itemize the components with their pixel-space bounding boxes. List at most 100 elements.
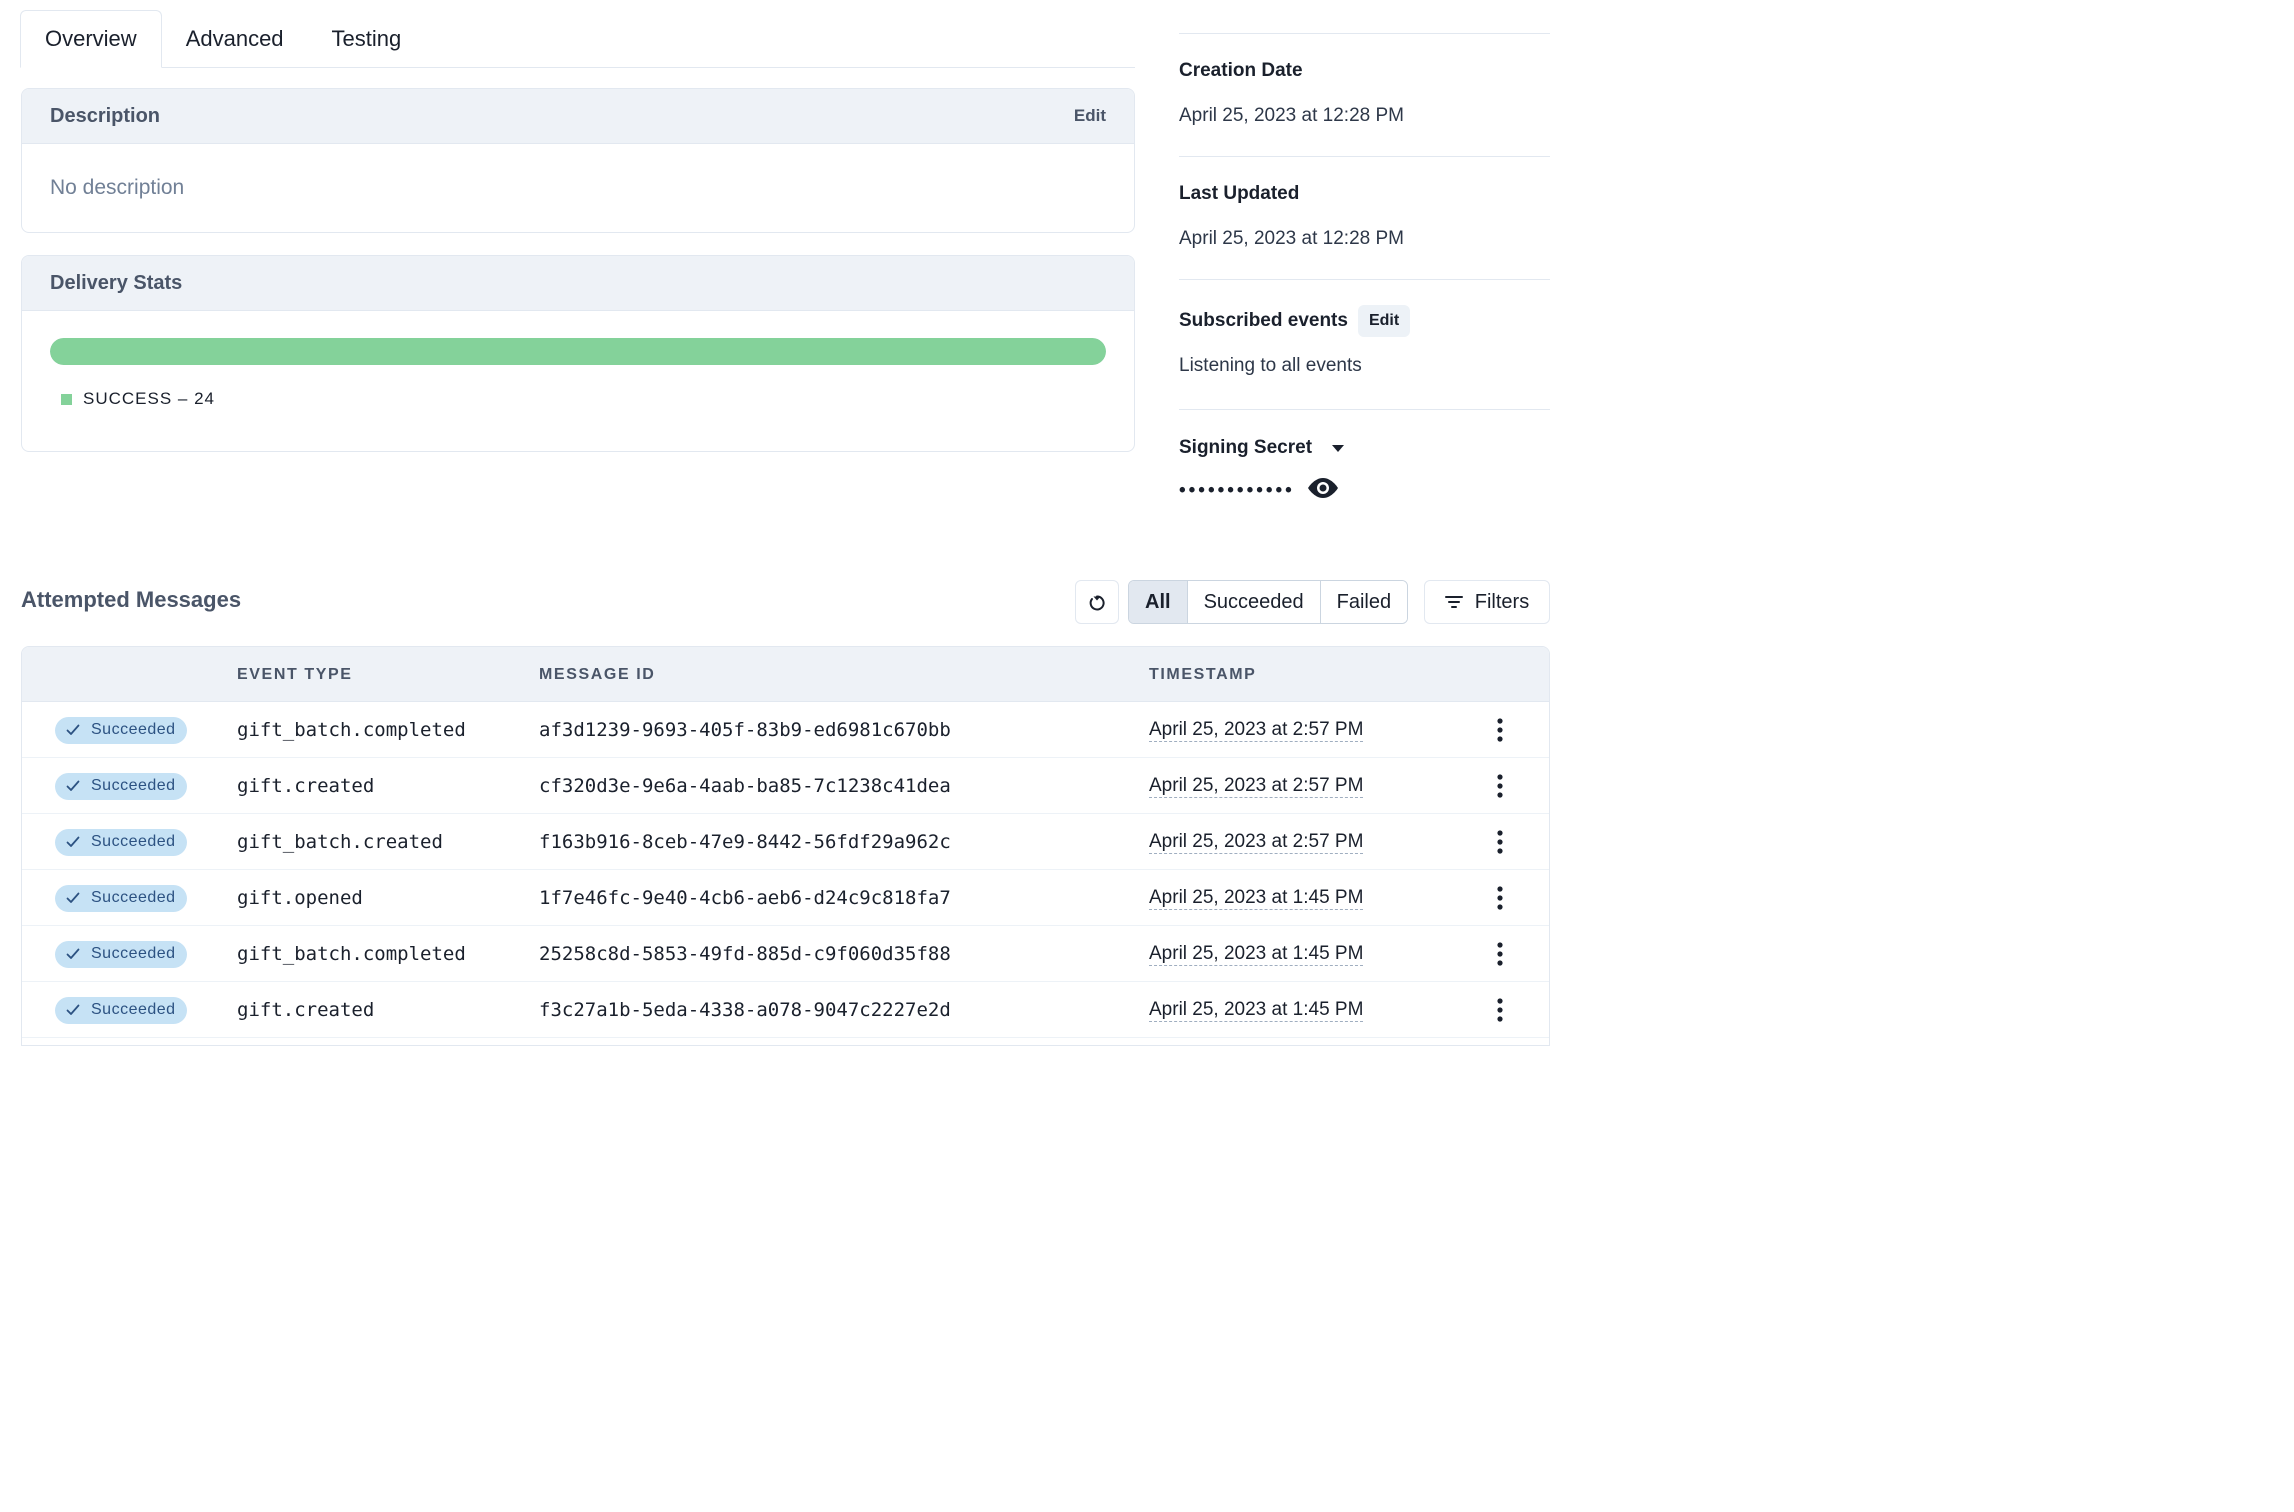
table-row[interactable]: Succeeded gift.created f3c27a1b-5eda-4338-… — [22, 982, 1549, 1038]
filters-button[interactable]: Filters — [1424, 580, 1550, 624]
more-vertical-icon — [1497, 886, 1503, 910]
row-actions-button[interactable] — [1488, 814, 1512, 870]
filter-all-button[interactable]: All — [1129, 581, 1188, 623]
more-vertical-icon — [1497, 718, 1503, 742]
timestamp-value[interactable]: April 25, 2023 at 1:45 PM — [1149, 943, 1364, 966]
attempted-messages-title: Attempted Messages — [21, 587, 242, 612]
column-header-event-type[interactable]: EVENT TYPE — [237, 647, 353, 702]
check-icon — [66, 892, 80, 903]
signing-secret-section: Signing Secret •••••••••••• — [1179, 409, 1550, 529]
delivery-stats-title: Delivery Stats — [50, 271, 183, 294]
last-updated-section: Last Updated April 25, 2023 at 12:28 PM — [1179, 156, 1550, 279]
status-badge-cell: Succeeded — [55, 926, 187, 982]
table-row[interactable]: Succeeded gift_batch.created f163b916-8ceb… — [22, 814, 1549, 870]
refresh-button[interactable] — [1075, 580, 1119, 624]
timestamp-value[interactable]: April 25, 2023 at 1:45 PM — [1149, 887, 1364, 910]
event-type-cell: gift.opened — [237, 887, 363, 909]
row-actions-button[interactable] — [1488, 982, 1512, 1038]
timestamp-value[interactable]: April 25, 2023 at 2:57 PM — [1149, 719, 1364, 742]
timestamp-value[interactable]: April 25, 2023 at 2:57 PM — [1149, 775, 1364, 798]
more-vertical-icon — [1497, 830, 1503, 854]
message-id-cell[interactable]: f3c27a1b-5eda-4338-a078-9047c2227e2d — [539, 982, 951, 1038]
row-actions-button[interactable] — [1488, 870, 1512, 926]
subscribed-events-label: Subscribed events — [1179, 310, 1348, 331]
description-text: No description — [50, 176, 185, 199]
message-id-cell[interactable]: 25258c8d-5853-49fd-885d-c9f060d35f88 — [539, 926, 951, 982]
check-icon — [66, 1004, 80, 1015]
column-header-message-id[interactable]: MESSAGE ID — [539, 647, 655, 702]
description-card-header: Description Edit — [22, 89, 1134, 144]
timestamp-value[interactable]: April 25, 2023 at 2:57 PM — [1149, 831, 1364, 854]
messages-table: EVENT TYPE MESSAGE ID TIMESTAMP Succeede… — [21, 646, 1550, 1046]
tab-testing[interactable]: Testing — [308, 10, 426, 67]
status-badge-label: Succeeded — [91, 833, 176, 850]
filter-lines-icon — [1444, 596, 1463, 608]
timestamp-cell: April 25, 2023 at 1:45 PM — [1149, 870, 1364, 926]
creation-date-label: Creation Date — [1179, 60, 1303, 81]
more-vertical-icon — [1497, 998, 1503, 1022]
status-badge: Succeeded — [55, 940, 187, 968]
tab-advanced[interactable]: Advanced — [162, 10, 308, 67]
timestamp-cell: April 25, 2023 at 1:45 PM — [1149, 982, 1364, 1038]
status-badge-cell: Succeeded — [55, 814, 187, 870]
endpoint-details-panel: Creation Date April 25, 2023 at 12:28 PM… — [1179, 33, 1550, 529]
tab-overview[interactable]: Overview — [20, 10, 162, 68]
message-id-cell[interactable]: cf320d3e-9e6a-4aab-ba85-7c1238c41dea — [539, 758, 951, 814]
creation-date-section: Creation Date April 25, 2023 at 12:28 PM — [1179, 33, 1550, 156]
status-badge-cell: Succeeded — [55, 702, 187, 758]
check-icon — [66, 948, 80, 959]
table-row[interactable]: Succeeded gift_batch.completed 25258c8d-58… — [22, 926, 1549, 982]
delivery-success-fill — [50, 338, 1106, 365]
status-badge: Succeeded — [55, 828, 187, 856]
description-edit-button[interactable]: Edit — [1074, 106, 1106, 126]
success-legend-swatch — [61, 393, 72, 405]
filter-succeeded-button[interactable]: Succeeded — [1187, 581, 1321, 623]
signing-secret-masked: •••••••••••• — [1179, 479, 1295, 501]
description-card: Description Edit No description — [21, 88, 1135, 233]
success-legend-label: SUCCESS – 24 — [83, 389, 215, 408]
event-type-cell: gift_batch.completed — [237, 719, 466, 741]
eye-icon[interactable] — [1307, 477, 1339, 504]
column-header-timestamp[interactable]: TIMESTAMP — [1149, 647, 1256, 702]
check-icon — [66, 836, 80, 847]
status-badge-cell: Succeeded — [55, 758, 187, 814]
status-badge-cell: Succeeded — [55, 982, 187, 1038]
subscribed-events-section: Subscribed events Edit Listening to all … — [1179, 279, 1550, 409]
status-filter-group: All Succeeded Failed — [1128, 580, 1409, 624]
status-badge: Succeeded — [55, 772, 187, 800]
signing-secret-dropdown-icon[interactable] — [1332, 444, 1345, 452]
check-icon — [66, 724, 80, 735]
row-actions-button[interactable] — [1488, 758, 1512, 814]
tab-bar: Overview Advanced Testing — [20, 10, 1135, 68]
row-actions-button[interactable] — [1488, 702, 1512, 758]
description-title: Description — [50, 104, 161, 127]
timestamp-cell: April 25, 2023 at 1:45 PM — [1149, 926, 1364, 982]
event-type-cell: gift_batch.completed — [237, 943, 466, 965]
more-vertical-icon — [1497, 774, 1503, 798]
filter-failed-button[interactable]: Failed — [1320, 581, 1408, 623]
subscribed-events-value: Listening to all events — [1179, 355, 1362, 376]
subscribed-events-edit-button[interactable]: Edit — [1357, 305, 1411, 337]
row-actions-button[interactable] — [1488, 926, 1512, 982]
status-badge-label: Succeeded — [91, 721, 176, 738]
event-type-cell: gift.created — [237, 999, 375, 1021]
message-id-cell[interactable]: 1f7e46fc-9e40-4cb6-aeb6-d24c9c818fa7 — [539, 870, 951, 926]
table-row[interactable]: Succeeded gift.opened 1f7e46fc-9e40-4cb6-a… — [22, 870, 1549, 926]
timestamp-value[interactable]: April 25, 2023 at 1:45 PM — [1149, 999, 1364, 1022]
more-vertical-icon — [1497, 942, 1503, 966]
last-updated-value: April 25, 2023 at 12:28 PM — [1179, 228, 1404, 249]
delivery-stats-card: Delivery Stats SUCCESS – 24 — [21, 255, 1135, 452]
status-badge-cell: Succeeded — [55, 870, 187, 926]
event-type-cell: gift.created — [237, 775, 375, 797]
status-badge-label: Succeeded — [91, 1001, 176, 1018]
status-badge: Succeeded — [55, 884, 187, 912]
message-id-cell[interactable]: f163b916-8ceb-47e9-8442-56fdf29a962c — [539, 814, 951, 870]
status-badge-label: Succeeded — [91, 889, 176, 906]
timestamp-cell: April 25, 2023 at 2:57 PM — [1149, 702, 1364, 758]
message-id-cell[interactable]: af3d1239-9693-405f-83b9-ed6981c670bb — [539, 702, 951, 758]
timestamp-cell: April 25, 2023 at 2:57 PM — [1149, 814, 1364, 870]
table-row[interactable]: Succeeded gift_batch.completed af3d1239-96… — [22, 702, 1549, 758]
table-row[interactable]: Succeeded gift.created cf320d3e-9e6a-4aab-… — [22, 758, 1549, 814]
refresh-icon — [1089, 595, 1105, 611]
status-badge-label: Succeeded — [91, 945, 176, 962]
